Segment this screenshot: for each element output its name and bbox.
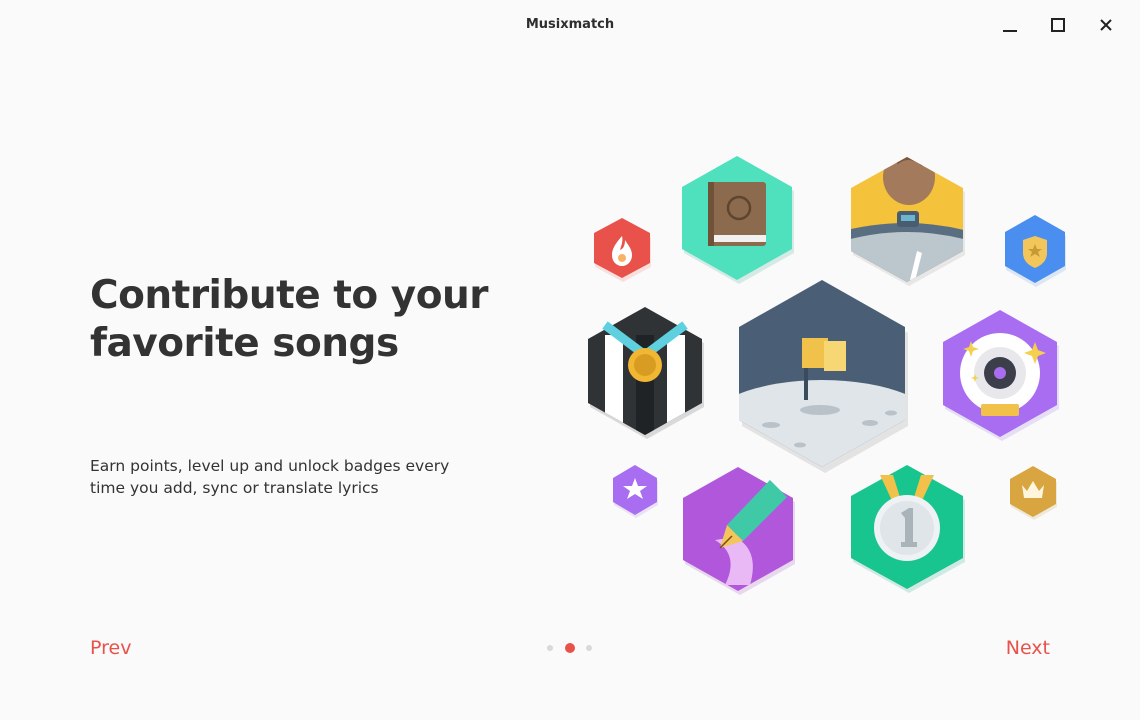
vinyl-badge [943, 310, 1059, 441]
page-description: Earn points, level up and unlock badges … [90, 457, 450, 497]
badges-illustration [588, 156, 1066, 595]
flame-badge [594, 218, 651, 282]
pen-badge [683, 467, 795, 595]
medal-badge [588, 307, 704, 439]
close-button[interactable] [1094, 13, 1118, 37]
prev-button[interactable]: Prev [90, 637, 131, 659]
police-star-badge [1005, 215, 1066, 287]
page-headline: Contribute to your favorite songs [90, 273, 489, 366]
star-badge [613, 465, 658, 518]
pager-dot-2-active[interactable] [565, 643, 575, 653]
astronaut-head-icon [883, 157, 935, 205]
pager-dots [545, 643, 595, 653]
window-title: Musixmatch [525, 17, 615, 32]
pager-dot-1[interactable] [547, 645, 553, 651]
pager-dot-3[interactable] [586, 645, 592, 651]
maximize-button[interactable] [1046, 13, 1070, 37]
next-button[interactable]: Next [1006, 637, 1050, 659]
title-bar: Musixmatch [0, 0, 1140, 50]
astronaut-badge [851, 157, 965, 286]
close-icon [1100, 19, 1112, 31]
book-badge [682, 156, 794, 284]
maximize-icon [1051, 18, 1065, 32]
first-place-badge [851, 465, 965, 593]
minimize-button[interactable] [998, 13, 1022, 37]
minimize-icon [1003, 30, 1017, 32]
crown-badge [1010, 466, 1057, 520]
moon-flag-badge [739, 280, 908, 473]
